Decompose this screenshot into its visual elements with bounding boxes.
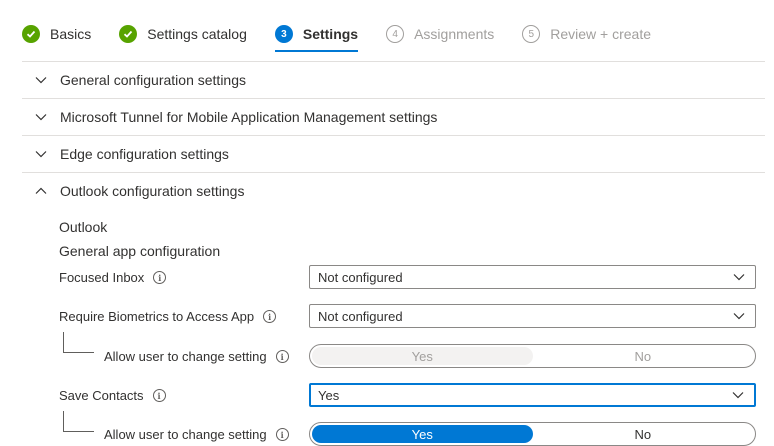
wizard-steps: Basics Settings catalog 3 Settings 4 Ass… bbox=[22, 20, 679, 52]
tree-connector bbox=[63, 411, 94, 432]
info-icon[interactable]: i bbox=[263, 310, 277, 323]
focused-inbox-value: Not configured bbox=[318, 269, 403, 285]
contacts-allow-user-label: Allow user to change setting i bbox=[104, 427, 289, 442]
chevron-up-icon bbox=[34, 184, 48, 198]
chevron-down-icon bbox=[34, 73, 48, 87]
require-biometrics-label-text: Require Biometrics to Access App bbox=[59, 309, 255, 324]
toggle-option-no[interactable]: No bbox=[533, 425, 754, 443]
step-number-badge: 3 bbox=[274, 25, 293, 43]
section-title: General configuration settings bbox=[60, 72, 246, 88]
section-title: Microsoft Tunnel for Mobile Application … bbox=[60, 109, 438, 125]
toggle-option-no[interactable]: No bbox=[533, 347, 754, 365]
contacts-allow-user-label-text: Allow user to change setting bbox=[104, 427, 267, 442]
step-number-badge: 4 bbox=[386, 25, 405, 43]
step-label: Settings bbox=[302, 26, 359, 42]
chevron-down-icon bbox=[34, 147, 48, 161]
checkmark-icon bbox=[22, 25, 40, 43]
focused-inbox-label-text: Focused Inbox bbox=[59, 270, 145, 285]
biometrics-allow-user-toggle[interactable]: Yes No bbox=[309, 344, 756, 368]
focused-inbox-label: Focused Inbox i bbox=[59, 270, 167, 285]
save-contacts-value: Yes bbox=[318, 387, 340, 403]
tree-connector bbox=[63, 332, 94, 353]
chevron-down-icon bbox=[732, 391, 744, 399]
step-label: Review + create bbox=[550, 26, 652, 42]
section-title: Edge configuration settings bbox=[60, 146, 229, 162]
step-review-create[interactable]: 5 Review + create bbox=[522, 21, 651, 47]
checkmark-icon bbox=[119, 25, 138, 43]
info-icon[interactable]: i bbox=[153, 271, 167, 284]
step-basics[interactable]: Basics bbox=[22, 21, 91, 47]
biometrics-allow-user-label-text: Allow user to change setting bbox=[104, 349, 267, 364]
require-biometrics-value: Not configured bbox=[318, 308, 403, 324]
step-label: Assignments bbox=[414, 26, 495, 42]
info-icon[interactable]: i bbox=[152, 389, 166, 402]
chevron-down-icon bbox=[34, 110, 48, 124]
contacts-allow-user-toggle[interactable]: Yes No bbox=[309, 422, 756, 446]
require-biometrics-dropdown[interactable]: Not configured bbox=[309, 304, 756, 328]
outlook-heading: Outlook bbox=[59, 219, 108, 235]
save-contacts-dropdown[interactable]: Yes bbox=[309, 383, 756, 407]
require-biometrics-label: Require Biometrics to Access App i bbox=[59, 309, 277, 324]
info-icon[interactable]: i bbox=[275, 350, 289, 363]
step-settings-catalog[interactable]: Settings catalog bbox=[119, 21, 247, 47]
section-outlook-configuration[interactable]: Outlook configuration settings bbox=[22, 172, 765, 209]
step-label: Basics bbox=[50, 26, 92, 42]
chevron-down-icon bbox=[733, 312, 745, 320]
general-app-configuration-heading: General app configuration bbox=[59, 243, 221, 259]
info-icon[interactable]: i bbox=[275, 428, 289, 441]
section-microsoft-tunnel[interactable]: Microsoft Tunnel for Mobile Application … bbox=[22, 98, 765, 135]
save-contacts-label-text: Save Contacts bbox=[59, 388, 144, 403]
step-settings[interactable]: 3 Settings bbox=[274, 21, 359, 52]
toggle-option-yes[interactable]: Yes bbox=[312, 347, 533, 365]
section-title: Outlook configuration settings bbox=[60, 183, 245, 199]
chevron-down-icon bbox=[733, 273, 745, 281]
step-label: Settings catalog bbox=[147, 26, 247, 42]
step-assignments[interactable]: 4 Assignments bbox=[386, 21, 494, 47]
section-edge-configuration[interactable]: Edge configuration settings bbox=[22, 135, 765, 172]
section-general-configuration[interactable]: General configuration settings bbox=[22, 61, 765, 98]
step-number-badge: 5 bbox=[522, 25, 541, 43]
biometrics-allow-user-label: Allow user to change setting i bbox=[104, 349, 289, 364]
focused-inbox-dropdown[interactable]: Not configured bbox=[309, 265, 756, 289]
save-contacts-label: Save Contacts i bbox=[59, 388, 166, 403]
toggle-option-yes[interactable]: Yes bbox=[312, 425, 533, 443]
